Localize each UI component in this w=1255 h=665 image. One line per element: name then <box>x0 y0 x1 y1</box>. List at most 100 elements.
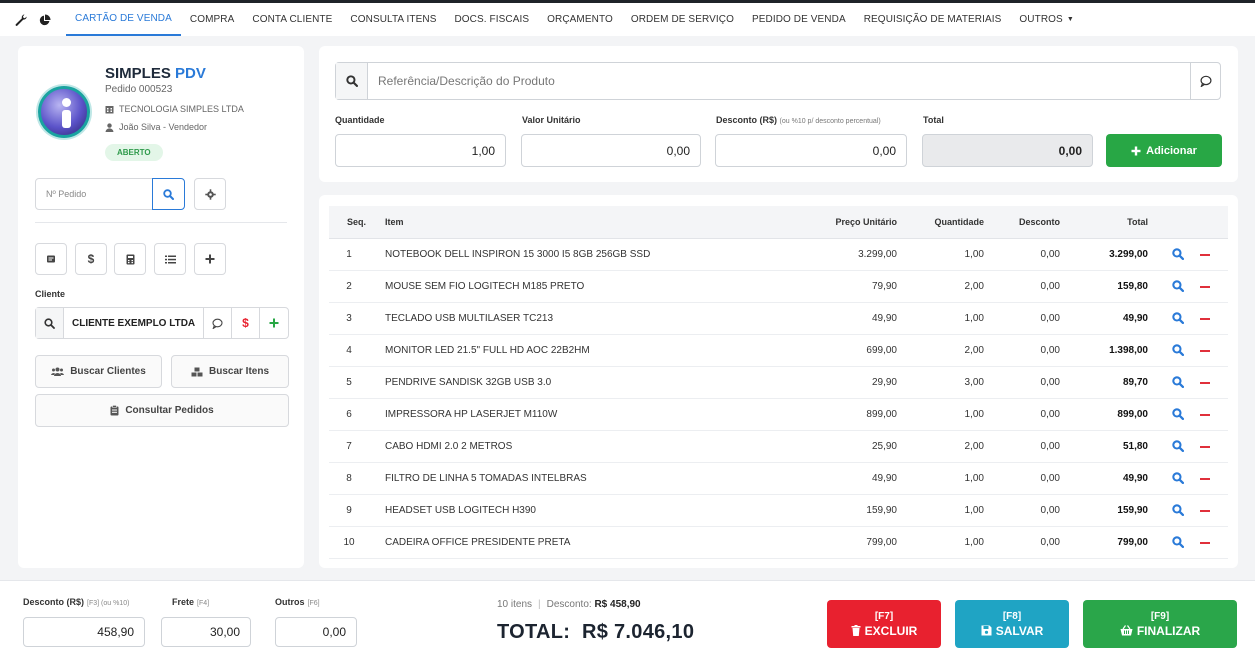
nav-tab[interactable]: ORDEM DE SERVIÇO <box>622 3 743 36</box>
table-row[interactable]: 1 NOTEBOOK DELL INSPIRON 15 3000 I5 8GB 2… <box>329 239 1228 271</box>
cell-unit-price: 49,90 <box>871 313 897 324</box>
product-note-button[interactable] <box>1190 63 1220 99</box>
nav-tab[interactable]: ORÇAMENTO <box>538 3 622 36</box>
footer-discount-input[interactable]: 458,90 <box>23 617 145 647</box>
plus-icon <box>205 254 215 264</box>
remove-icon[interactable] <box>1200 254 1210 256</box>
delete-order-button[interactable]: [F7] EXCLUIR <box>827 600 941 648</box>
search-icon[interactable] <box>1172 472 1185 487</box>
add-button[interactable] <box>194 243 226 275</box>
nav-tab[interactable]: COMPRA <box>181 3 244 36</box>
remove-icon[interactable] <box>1200 542 1210 544</box>
search-icon[interactable] <box>1172 440 1185 455</box>
cell-discount: 0,00 <box>1040 537 1060 548</box>
cell-discount: 0,00 <box>1040 505 1060 516</box>
building-icon <box>105 105 114 113</box>
settings-button[interactable] <box>194 178 226 210</box>
main-nav: CARTÃO DE VENDA COMPRA CONTA CLIENTE CONSUL… <box>66 3 1083 36</box>
cell-discount: 0,00 <box>1040 473 1060 484</box>
finalize-order-button[interactable]: [F9] FINALIZAR <box>1083 600 1237 648</box>
client-credit-button[interactable]: $ <box>232 308 260 338</box>
nav-tab[interactable]: CARTÃO DE VENDA <box>66 3 181 36</box>
search-items-button[interactable]: Buscar Itens <box>171 355 289 388</box>
client-add-button[interactable] <box>260 308 288 338</box>
table-row[interactable]: 7 CABO HDMI 2.0 2 METROS 25,90 2,00 0,00 51,8… <box>329 431 1228 463</box>
product-search-button[interactable] <box>336 63 368 99</box>
chevron-down-icon: ▼ <box>1066 16 1074 23</box>
nav-tab[interactable]: DOCS. FISCAIS <box>445 3 538 36</box>
cell-item: MOUSE SEM FIO LOGITECH M185 PRETO <box>385 281 585 292</box>
nav-tab[interactable]: CONSULTA ITENS <box>341 3 445 36</box>
cell-quantity: 2,00 <box>964 281 984 292</box>
nav-tab[interactable]: PEDIDO DE VENDA <box>743 3 855 36</box>
table-row[interactable]: 5 PENDRIVE SANDISK 32GB USB 3.0 29,90 3,00 0… <box>329 367 1228 399</box>
order-search-button[interactable] <box>152 178 185 210</box>
save-icon <box>981 625 992 636</box>
search-icon[interactable] <box>1172 248 1185 263</box>
table-row[interactable]: 6 IMPRESSORA HP LASERJET M110W 899,00 1,00 0… <box>329 399 1228 431</box>
consult-orders-button[interactable]: Consultar Pedidos <box>35 394 289 427</box>
chat-icon <box>212 318 223 329</box>
save-order-button[interactable]: [F8] SALVAR <box>955 600 1069 648</box>
product-search-input[interactable]: Referência/Descrição do Produto <box>368 63 1190 99</box>
cell-discount: 0,00 <box>1040 441 1060 452</box>
client-name-input[interactable]: CLIENTE EXEMPLO LTDA <box>64 308 204 338</box>
discount-input[interactable]: 0,00 <box>715 134 907 167</box>
list-button[interactable] <box>154 243 186 275</box>
app-logo <box>38 86 90 138</box>
cell-seq: 4 <box>346 345 352 356</box>
notes-button[interactable] <box>35 243 67 275</box>
search-icon[interactable] <box>1172 344 1185 359</box>
nav-tab[interactable]: OUTROS ▼ <box>1010 3 1082 36</box>
payment-button[interactable]: $ <box>75 243 107 275</box>
remove-icon[interactable] <box>1200 286 1210 288</box>
remove-icon[interactable] <box>1200 446 1210 448</box>
vendor-line: João Silva - Vendedor <box>105 122 207 132</box>
search-icon[interactable] <box>1172 280 1185 295</box>
search-icon[interactable] <box>1172 312 1185 327</box>
discount-label: Desconto (R$) (ou %10 p/ desconto percen… <box>716 115 881 125</box>
search-icon[interactable] <box>1172 408 1185 423</box>
summary-discount-value: R$ 458,90 <box>594 599 641 610</box>
search-icon[interactable] <box>1172 536 1185 551</box>
client-label: Cliente <box>35 289 66 299</box>
search-clients-button[interactable]: Buscar Clientes <box>35 355 162 388</box>
freight-input[interactable]: 30,00 <box>161 617 251 647</box>
remove-icon[interactable] <box>1200 414 1210 416</box>
calculator-button[interactable] <box>114 243 146 275</box>
remove-icon[interactable] <box>1200 382 1210 384</box>
client-search-button[interactable] <box>36 308 64 338</box>
remove-icon[interactable] <box>1200 318 1210 320</box>
discount-hint: (ou %10 p/ desconto percentual) <box>779 118 881 125</box>
nav-tab[interactable]: REQUISIÇÃO DE MATERIAIS <box>855 3 1011 36</box>
unit-price-input[interactable]: 0,00 <box>521 134 701 167</box>
pie-chart-icon[interactable] <box>38 13 52 27</box>
col-unit-price: Preço Unitário <box>835 217 897 227</box>
quantity-input[interactable]: 1,00 <box>335 134 506 167</box>
cell-unit-price: 899,00 <box>866 409 897 420</box>
remove-icon[interactable] <box>1200 350 1210 352</box>
cell-discount: 0,00 <box>1040 281 1060 292</box>
remove-icon[interactable] <box>1200 478 1210 480</box>
cell-discount: 0,00 <box>1040 377 1060 388</box>
client-chat-button[interactable] <box>204 308 232 338</box>
table-row[interactable]: 9 HEADSET USB LOGITECH H390 159,90 1,00 0,00… <box>329 495 1228 527</box>
search-icon[interactable] <box>1172 376 1185 391</box>
others-input[interactable]: 0,00 <box>275 617 357 647</box>
user-icon <box>105 122 114 132</box>
grand-total: TOTAL: R$ 7.046,10 <box>497 621 694 644</box>
freight-hint: [F4] <box>197 600 210 607</box>
table-row[interactable]: 8 FILTRO DE LINHA 5 TOMADAS INTELBRAS 49,9… <box>329 463 1228 495</box>
add-item-button[interactable]: Adicionar <box>1106 134 1222 167</box>
cell-quantity: 1,00 <box>964 313 984 324</box>
table-row[interactable]: 3 TECLADO USB MULTILASER TC213 49,90 1,00 0,… <box>329 303 1228 335</box>
table-row[interactable]: 4 MONITOR LED 21.5" FULL HD AOC 22B2HM 699… <box>329 335 1228 367</box>
search-icon[interactable] <box>1172 504 1185 519</box>
table-row[interactable]: 2 MOUSE SEM FIO LOGITECH M185 PRETO 79,90 2… <box>329 271 1228 303</box>
remove-icon[interactable] <box>1200 510 1210 512</box>
nav-tab[interactable]: CONTA CLIENTE <box>243 3 341 36</box>
wrench-icon[interactable] <box>14 13 28 27</box>
cell-seq: 8 <box>346 473 352 484</box>
order-number-input[interactable]: Nº Pedido <box>35 178 153 210</box>
table-row[interactable]: 10 CADEIRA OFFICE PRESIDENTE PRETA 799,00 1… <box>329 527 1228 559</box>
